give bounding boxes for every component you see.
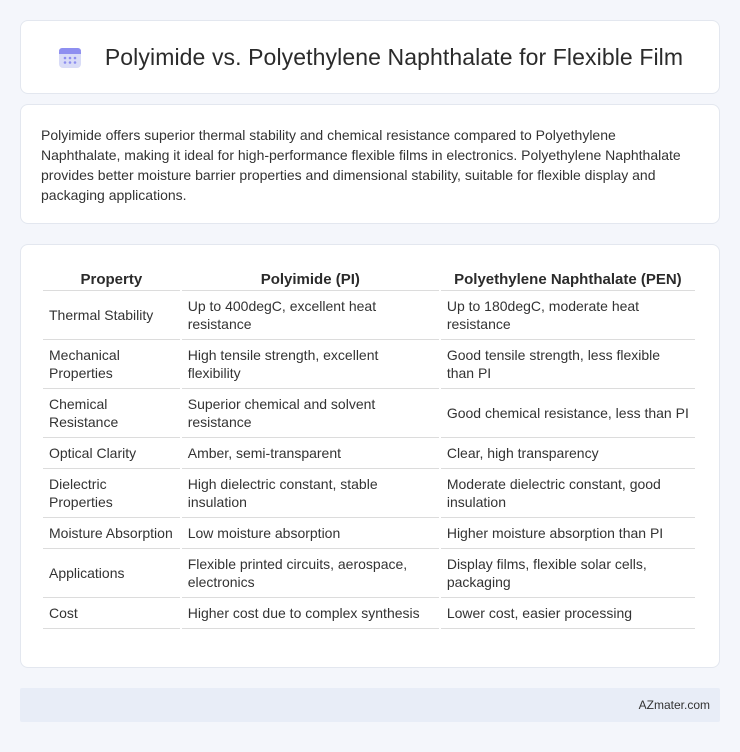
row-property: Applications <box>43 549 180 598</box>
header-property: Property <box>43 265 180 291</box>
row-pen-value: Up to 180degC, moderate heat resistance <box>440 291 695 340</box>
table-row: Optical Clarity Amber, semi-transparent … <box>43 438 695 469</box>
row-property: Cost <box>43 598 180 629</box>
row-property: Dielectric Properties <box>43 469 180 518</box>
row-pi-value: Superior chemical and solvent resistance <box>181 389 439 438</box>
row-property: Mechanical Properties <box>43 340 180 389</box>
table-row: Cost Higher cost due to complex synthesi… <box>43 598 695 629</box>
row-pen-value: Good chemical resistance, less than PI <box>440 389 695 438</box>
row-pi-value: Low moisture absorption <box>181 518 439 549</box>
row-property: Optical Clarity <box>43 438 180 469</box>
row-pi-value: High tensile strength, excellent flexibi… <box>181 340 439 389</box>
table-row: Moisture Absorption Low moisture absorpt… <box>43 518 695 549</box>
summary-card: Polyimide offers superior thermal stabil… <box>20 104 720 224</box>
row-pen-value: Higher moisture absorption than PI <box>440 518 695 549</box>
table-row: Chemical Resistance Superior chemical an… <box>43 389 695 438</box>
table-row: Applications Flexible printed circuits, … <box>43 549 695 598</box>
row-pen-value: Good tensile strength, less flexible tha… <box>440 340 695 389</box>
row-pi-value: Higher cost due to complex synthesis <box>181 598 439 629</box>
row-pen-value: Clear, high transparency <box>440 438 695 469</box>
table-row: Dielectric Properties High dielectric co… <box>43 469 695 518</box>
header-polyimide: Polyimide (PI) <box>181 265 439 291</box>
calendar-grid-icon <box>57 44 83 70</box>
row-pi-value: Flexible printed circuits, aerospace, el… <box>181 549 439 598</box>
table-header-row: Property Polyimide (PI) Polyethylene Nap… <box>43 265 695 291</box>
title-card: Polyimide vs. Polyethylene Naphthalate f… <box>20 20 720 94</box>
page-title: Polyimide vs. Polyethylene Naphthalate f… <box>104 43 684 70</box>
row-pen-value: Display films, flexible solar cells, pac… <box>440 549 695 598</box>
comparison-table-card: Property Polyimide (PI) Polyethylene Nap… <box>20 244 720 668</box>
footer-brand[interactable]: AZmater.com <box>639 698 710 712</box>
footer-bar: AZmater.com <box>20 688 720 722</box>
row-pi-value: High dielectric constant, stable insulat… <box>181 469 439 518</box>
row-pi-value: Amber, semi-transparent <box>181 438 439 469</box>
table-row: Thermal Stability Up to 400degC, excelle… <box>43 291 695 340</box>
row-property: Thermal Stability <box>43 291 180 340</box>
table-row: Mechanical Properties High tensile stren… <box>43 340 695 389</box>
summary-text: Polyimide offers superior thermal stabil… <box>41 127 681 203</box>
row-pi-value: Up to 400degC, excellent heat resistance <box>181 291 439 340</box>
row-pen-value: Lower cost, easier processing <box>440 598 695 629</box>
comparison-table: Property Polyimide (PI) Polyethylene Nap… <box>41 265 697 629</box>
row-property: Moisture Absorption <box>43 518 180 549</box>
row-property: Chemical Resistance <box>43 389 180 438</box>
header-pen: Polyethylene Naphthalate (PEN) <box>440 265 695 291</box>
row-pen-value: Moderate dielectric constant, good insul… <box>440 469 695 518</box>
